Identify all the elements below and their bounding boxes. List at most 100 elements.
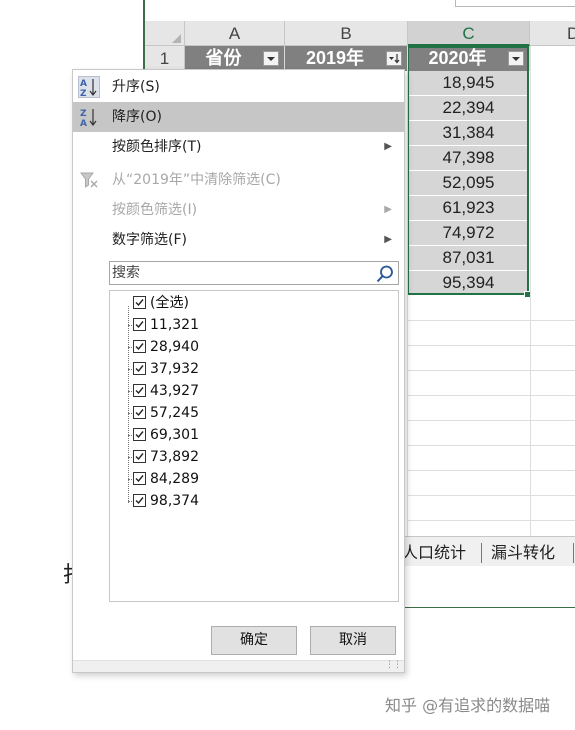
row-number-1[interactable]: 1: [145, 46, 185, 71]
column-header-a[interactable]: A: [185, 21, 285, 46]
menu-clear-filter[interactable]: 从“2019年”中清除筛选(C): [73, 165, 404, 195]
svg-text:Z: Z: [80, 89, 87, 98]
filter-value-list[interactable]: (全选) 11,321 28,940 37,932 43,927 57,245: [109, 290, 399, 602]
menu-sort-by-color-label: 按颜色排序(T): [112, 139, 202, 155]
list-item-label: 98,374: [150, 493, 199, 509]
checkbox[interactable]: [133, 384, 146, 397]
header-2019-label: 2019年: [305, 48, 365, 68]
cell-c10[interactable]: 95,394: [408, 271, 530, 296]
header-province-label: 省份: [205, 48, 242, 68]
menu-number-filters[interactable]: 数字筛选(F) ▶: [73, 225, 404, 255]
search-input[interactable]: [112, 263, 374, 283]
cancel-button[interactable]: 取消: [310, 626, 396, 655]
header-cell-province[interactable]: 省份: [185, 46, 285, 71]
menu-clear-filter-label: 从“2019年”中清除筛选(C): [112, 172, 281, 188]
list-item[interactable]: 84,289: [110, 468, 398, 490]
list-item-label: 43,927: [150, 383, 199, 399]
sort-ascending-icon: A Z: [78, 76, 100, 98]
list-item[interactable]: 28,940: [110, 336, 398, 358]
list-item[interactable]: 43,927: [110, 380, 398, 402]
list-item[interactable]: 73,892: [110, 446, 398, 468]
dropdown-resize-bar: ⋮⋮: [73, 659, 404, 672]
resize-grip-icon[interactable]: ⋮⋮: [385, 659, 402, 670]
cell-c2[interactable]: 18,945: [408, 71, 530, 96]
cell-c9[interactable]: 87,031: [408, 246, 530, 271]
ok-button[interactable]: 确定: [211, 626, 297, 655]
header-cell-2020[interactable]: 2020年: [408, 46, 530, 71]
column-header-b[interactable]: B: [285, 21, 408, 46]
grid-line: [408, 370, 575, 371]
search-icon[interactable]: [375, 264, 395, 284]
list-item[interactable]: 98,374: [110, 490, 398, 512]
list-item-select-all[interactable]: (全选): [110, 292, 398, 314]
cell-c5[interactable]: 47,398: [408, 146, 530, 171]
list-item[interactable]: 37,932: [110, 358, 398, 380]
sort-descending-indicator-icon: [389, 54, 400, 64]
grid-line: [408, 395, 575, 396]
list-item-label: 11,321: [150, 317, 199, 333]
dropdown-arrow-icon: [267, 57, 275, 61]
checkbox[interactable]: [133, 428, 146, 441]
list-item-label: 37,932: [150, 361, 199, 377]
list-item-label: 28,940: [150, 339, 199, 355]
tab-separator: [481, 543, 482, 563]
menu-sort-ascending[interactable]: A Z 升序(S): [73, 72, 404, 102]
clear-filter-icon: [80, 172, 98, 188]
formula-bar[interactable]: [455, 0, 575, 7]
list-item[interactable]: 57,245: [110, 402, 398, 424]
list-item[interactable]: 11,321: [110, 314, 398, 336]
svg-text:A: A: [80, 79, 87, 89]
grid-line: [408, 445, 575, 446]
grid-line: [407, 46, 408, 536]
cell-c7[interactable]: 61,923: [408, 196, 530, 221]
menu-sort-descending-label: 降序(O): [112, 109, 162, 125]
filter-dropdown-button-c[interactable]: [508, 51, 524, 66]
grid-line: [408, 345, 575, 346]
grid-line: [530, 46, 531, 536]
menu-filter-by-color-label: 按颜色筛选(I): [112, 202, 198, 218]
header-cell-2019[interactable]: 2019年: [285, 46, 408, 71]
checkbox[interactable]: [133, 494, 146, 507]
menu-sort-by-color[interactable]: 按颜色排序(T) ▶: [73, 132, 404, 162]
filter-dropdown-button-a[interactable]: [263, 51, 279, 66]
checkbox[interactable]: [133, 362, 146, 375]
column-header-c[interactable]: C: [408, 21, 530, 46]
list-item[interactable]: 69,301: [110, 424, 398, 446]
grid-line: [408, 495, 575, 496]
search-box: [109, 261, 399, 285]
autofilter-dropdown: A Z 升序(S) Z A 降序(O) 按颜色排序(T) ▶ 从“2019年”中…: [72, 69, 405, 673]
cell-c3[interactable]: 22,394: [408, 96, 530, 121]
menu-filter-by-color[interactable]: 按颜色筛选(I) ▶: [73, 195, 404, 225]
list-item-label: (全选): [150, 295, 189, 311]
column-header-row: A B C D: [145, 21, 575, 46]
cell-c4[interactable]: 31,384: [408, 121, 530, 146]
grid-line: [408, 470, 575, 471]
sort-descending-icon: Z A: [80, 109, 97, 128]
cell-c6[interactable]: 52,095: [408, 171, 530, 196]
list-item-label: 84,289: [150, 471, 199, 487]
chevron-right-icon: ▶: [384, 141, 392, 152]
list-item-label: 69,301: [150, 427, 199, 443]
checkbox[interactable]: [133, 318, 146, 331]
filter-applied-button-b[interactable]: [386, 51, 402, 66]
sheet-tab-population[interactable]: 人口统计: [402, 539, 466, 563]
menu-sort-descending[interactable]: Z A 降序(O): [73, 102, 404, 132]
cell-c8[interactable]: 74,972: [408, 221, 530, 246]
checkbox[interactable]: [133, 340, 146, 353]
checkbox-select-all[interactable]: [133, 296, 146, 309]
list-item-label: 73,892: [150, 449, 199, 465]
menu-sort-ascending-label: 升序(S): [112, 79, 160, 95]
watermark: 知乎 @有追求的数据喵: [385, 696, 551, 715]
grid-line: [408, 520, 575, 521]
select-all-corner[interactable]: [145, 21, 185, 46]
grid-line: [408, 320, 575, 321]
list-item-label: 57,245: [150, 405, 199, 421]
checkbox[interactable]: [133, 472, 146, 485]
checkbox[interactable]: [133, 406, 146, 419]
svg-text:A: A: [80, 119, 87, 128]
grid-line: [408, 420, 575, 421]
sheet-tab-funnel[interactable]: 漏斗转化: [491, 539, 555, 563]
svg-text:Z: Z: [80, 109, 87, 119]
column-header-d[interactable]: D: [530, 21, 575, 46]
checkbox[interactable]: [133, 450, 146, 463]
